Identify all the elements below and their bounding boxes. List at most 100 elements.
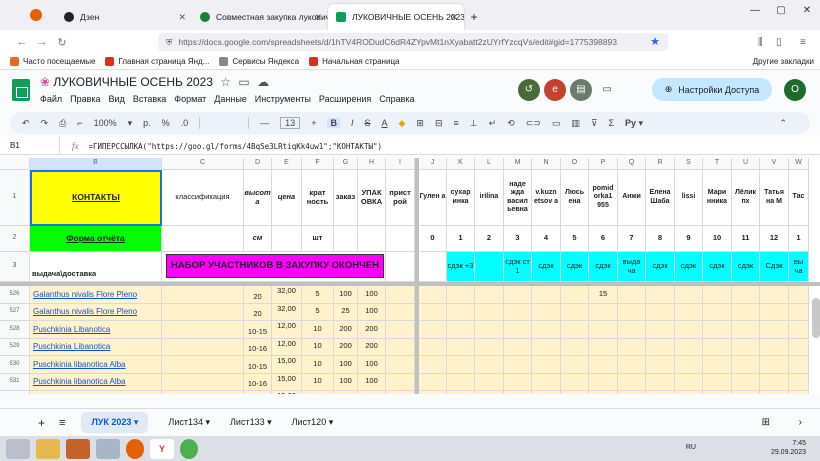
functions-icon[interactable]: Σ — [608, 118, 614, 128]
member-order[interactable] — [789, 286, 809, 304]
link-icon[interactable]: ⊂⊃ — [526, 118, 541, 129]
column-header[interactable]: W — [789, 158, 809, 170]
member-order[interactable] — [532, 321, 561, 339]
row-header[interactable]: 532 — [0, 391, 30, 394]
delivery-method[interactable]: сдэк — [589, 252, 618, 282]
member-order[interactable] — [732, 373, 760, 391]
member-order[interactable] — [532, 303, 561, 321]
cell[interactable] — [334, 226, 358, 252]
reload-icon[interactable]: ↻ — [52, 36, 72, 49]
member-order[interactable] — [703, 338, 732, 356]
member-order[interactable] — [447, 303, 475, 321]
close-icon[interactable]: ✕ — [314, 12, 322, 23]
star-icon[interactable]: ☆ — [220, 75, 231, 89]
menu-icon[interactable]: ≡ — [800, 37, 806, 48]
undo-icon[interactable]: ↶ — [22, 118, 30, 129]
firefox-taskbar-icon[interactable] — [126, 438, 144, 459]
member-order[interactable] — [675, 286, 703, 304]
member-order[interactable] — [646, 373, 675, 391]
paint-format-icon[interactable]: ⌐ — [77, 118, 82, 128]
member-order[interactable] — [732, 286, 760, 304]
column-header[interactable]: J — [419, 158, 447, 170]
header-c[interactable]: классификация — [162, 170, 244, 226]
member-number[interactable]: 9 — [675, 226, 703, 252]
tab-zakupka[interactable]: Совместная закупка луковичн ✕ — [192, 4, 328, 30]
package[interactable]: 200 — [358, 338, 386, 356]
member-order[interactable] — [732, 338, 760, 356]
yandex-browser-icon[interactable]: Y — [150, 438, 174, 459]
menu-item[interactable]: Данные — [214, 94, 247, 104]
bookmark-item[interactable]: Начальная страница — [309, 57, 399, 66]
close-icon[interactable]: ✕ — [178, 12, 186, 23]
sheet-tab-list120[interactable]: Лист120 ▾ — [292, 417, 334, 428]
classification[interactable] — [162, 303, 244, 321]
height[interactable]: 10-15 — [244, 321, 272, 339]
tab-dzen[interactable]: Дзен ✕ — [56, 4, 192, 30]
member-order[interactable] — [419, 373, 447, 391]
freeze-column-divider[interactable] — [415, 158, 419, 394]
currency-button[interactable]: р. — [143, 118, 151, 128]
column-header[interactable]: B — [30, 158, 162, 170]
cloud-icon[interactable]: ☁ — [257, 75, 269, 89]
order[interactable]: 200 — [334, 321, 358, 339]
package[interactable] — [358, 391, 386, 394]
member-order[interactable] — [447, 391, 475, 394]
member-order[interactable] — [419, 321, 447, 339]
height[interactable]: 10-16 — [244, 338, 272, 356]
collapse-toolbar-icon[interactable]: ⌃ — [779, 118, 787, 129]
firefox-icon[interactable] — [30, 9, 42, 21]
column-header[interactable]: N — [532, 158, 561, 170]
order[interactable]: 100 — [334, 356, 358, 374]
member-order[interactable] — [447, 286, 475, 304]
price[interactable]: 12,00 — [272, 321, 302, 339]
multiplicity[interactable]: 10 — [302, 356, 334, 374]
member-name[interactable]: lissi — [675, 170, 703, 226]
column-header[interactable]: P — [589, 158, 618, 170]
collaborator-avatar[interactable]: e — [544, 79, 566, 101]
member-order[interactable] — [589, 321, 618, 339]
back-icon[interactable]: ← — [12, 36, 32, 48]
delivery-method[interactable]: сдэк — [703, 252, 732, 282]
member-order[interactable] — [419, 356, 447, 374]
member-order[interactable] — [703, 286, 732, 304]
bold-button[interactable]: B — [327, 118, 340, 128]
sheet-tab-list134[interactable]: Лист134 ▾ — [168, 417, 210, 428]
minimize-icon[interactable]: — — [742, 0, 768, 22]
member-order[interactable] — [589, 303, 618, 321]
member-order[interactable] — [504, 321, 532, 339]
spreadsheet-grid[interactable]: B C D E F G H I J K L M N O P Q R S T U V W 1 КОНТАКТЫ классифик… — [0, 158, 820, 394]
member-order[interactable] — [646, 303, 675, 321]
member-order[interactable] — [589, 373, 618, 391]
column-header[interactable]: E — [272, 158, 302, 170]
variety-name[interactable]: Puschkinia Libanotica — [30, 338, 162, 356]
all-sheets-button[interactable]: ≡ — [59, 417, 65, 429]
member-order[interactable] — [646, 321, 675, 339]
cell[interactable] — [386, 391, 415, 394]
column-header[interactable]: O — [561, 158, 589, 170]
delivery-method[interactable]: сдэк ст 1 — [504, 252, 532, 282]
formula-input[interactable]: fx =ГИПЕРССЫЛКА("https://goo.gl/forms/4Bq… — [72, 141, 382, 151]
member-order[interactable] — [703, 303, 732, 321]
row-header[interactable]: 531 — [0, 373, 30, 391]
language-indicator[interactable]: RU — [686, 443, 696, 452]
rotate-icon[interactable]: ⟲ — [507, 118, 515, 129]
forward-icon[interactable]: → — [32, 36, 52, 48]
price[interactable]: 15,00 — [272, 391, 302, 394]
member-order[interactable] — [475, 286, 504, 304]
member-order[interactable] — [675, 373, 703, 391]
member-order[interactable] — [589, 391, 618, 394]
cell[interactable] — [386, 338, 415, 356]
member-number[interactable]: 2 — [475, 226, 504, 252]
column-header[interactable]: D — [244, 158, 272, 170]
multiplicity[interactable] — [302, 391, 334, 394]
member-number[interactable]: 8 — [646, 226, 675, 252]
member-order[interactable] — [504, 303, 532, 321]
app-icon[interactable] — [96, 438, 120, 459]
member-order[interactable] — [760, 338, 789, 356]
variety-link[interactable]: Galanthus nivalis Flore Pleno — [33, 307, 137, 316]
member-order[interactable] — [532, 286, 561, 304]
member-order[interactable]: 15 — [589, 286, 618, 304]
member-order[interactable] — [675, 356, 703, 374]
member-name[interactable]: pomid orka1 955 — [589, 170, 618, 226]
merge-icon[interactable]: ⊟ — [435, 118, 443, 129]
